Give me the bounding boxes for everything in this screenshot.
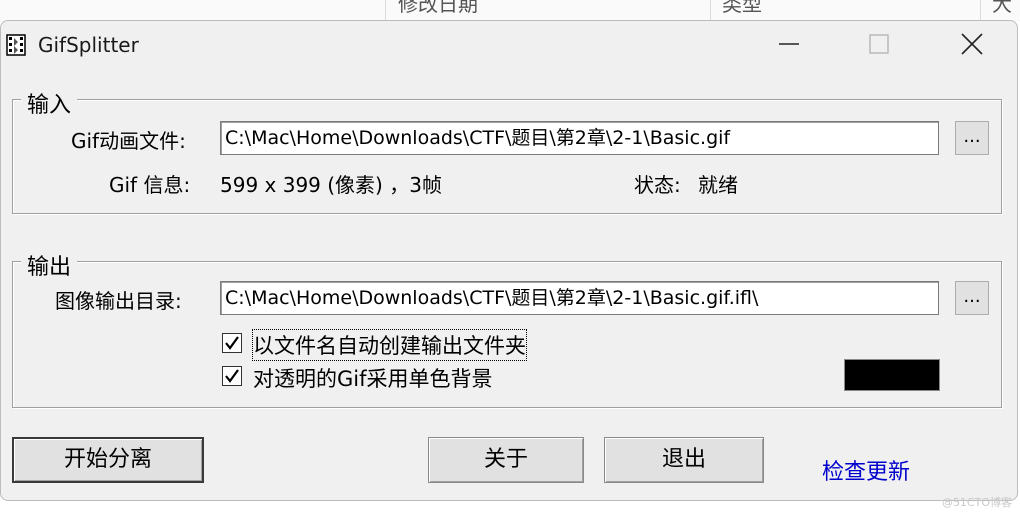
gif-file-input[interactable]: C:\Mac\Home\Downloads\CTF\题目\第2章\2-1\Bas… <box>220 121 939 155</box>
gif-file-browse-button[interactable]: ... <box>955 121 989 155</box>
auto-folder-checkbox[interactable] <box>222 333 242 353</box>
output-group-legend: 输出 <box>21 249 78 281</box>
status-value: 就绪 <box>698 173 738 197</box>
solid-bg-label[interactable]: 对透明的Gif采用单色背景 <box>253 363 493 393</box>
bg-column-size: 大 <box>992 0 1012 16</box>
bg-column-date: 修改日期 <box>398 0 478 16</box>
start-split-button[interactable]: 开始分离 <box>12 437 204 483</box>
gif-info-label: Gif 信息: <box>109 173 191 197</box>
check-update-link[interactable]: 检查更新 <box>822 454 910 486</box>
checkmark-icon <box>225 369 239 383</box>
output-dir-input[interactable]: C:\Mac\Home\Downloads\CTF\题目\第2章\2-1\Bas… <box>220 281 939 315</box>
watermark: @51CTO博客 <box>941 496 1012 509</box>
close-icon <box>961 33 983 55</box>
exit-button[interactable]: 退出 <box>604 437 764 483</box>
background-color-swatch[interactable] <box>844 359 940 391</box>
output-dir-label: 图像输出目录: <box>55 289 182 313</box>
bg-column-type: 类型 <box>722 0 762 16</box>
close-button[interactable] <box>927 21 1017 67</box>
title-bar[interactable]: GifSplitter <box>1 21 1017 73</box>
output-dir-browse-button[interactable]: ... <box>955 281 989 315</box>
solid-bg-checkbox[interactable] <box>222 366 242 386</box>
maximize-button[interactable] <box>834 21 924 67</box>
gif-file-label: Gif动画文件: <box>71 129 186 153</box>
minimize-icon <box>779 43 799 45</box>
checkmark-icon <box>225 336 239 350</box>
window-title: GifSplitter <box>38 33 139 57</box>
column-separator <box>710 0 711 22</box>
maximize-icon <box>869 34 889 54</box>
column-separator <box>385 0 386 22</box>
background-explorer-strip: 修改日期 类型 大 <box>0 0 1020 22</box>
app-film-icon <box>6 34 26 56</box>
auto-folder-label[interactable]: 以文件名自动创建输出文件夹 <box>252 329 527 361</box>
gif-info-value: 599 x 399 (像素) ，3帧 <box>220 173 442 197</box>
gifsplitter-window: GifSplitter 输入 Gif动画文件: C:\Mac\Home\Down… <box>0 20 1018 501</box>
status-label: 状态: <box>634 173 681 197</box>
minimize-button[interactable] <box>744 21 834 67</box>
input-group-legend: 输入 <box>21 87 78 119</box>
column-separator <box>980 0 981 22</box>
about-button[interactable]: 关于 <box>428 437 584 483</box>
